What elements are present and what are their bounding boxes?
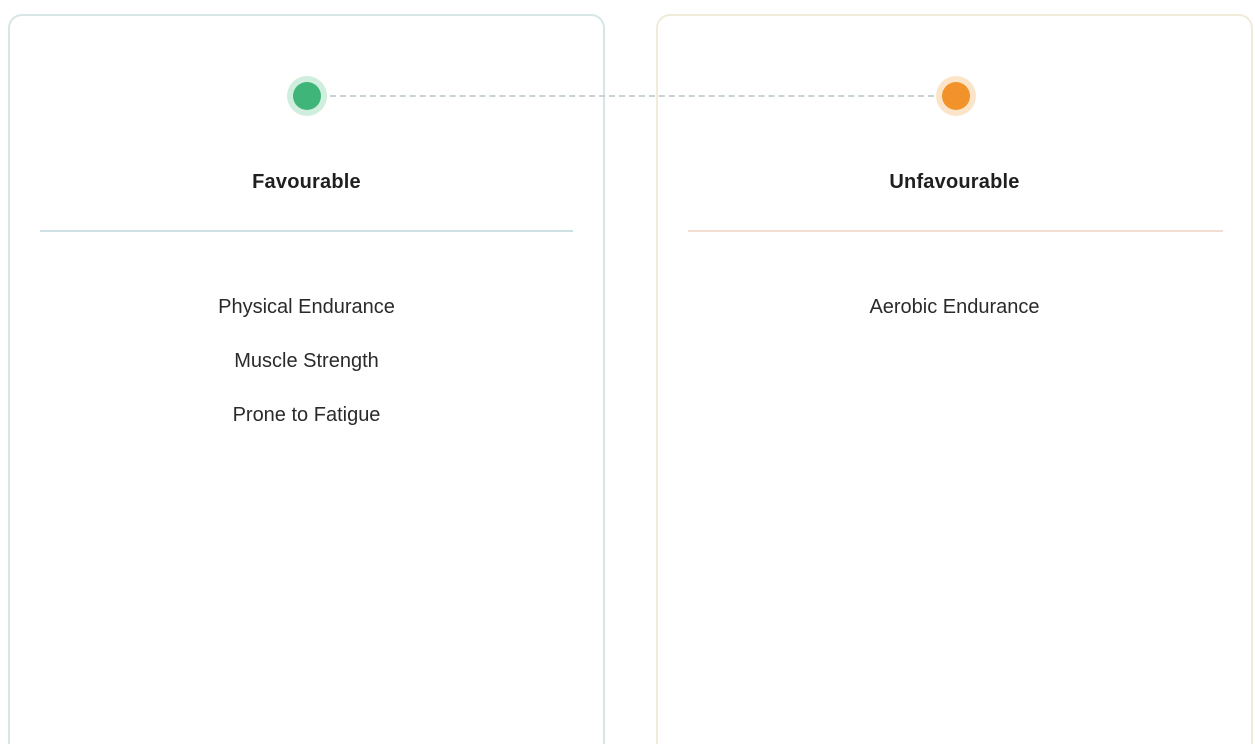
unfavourable-dot-icon [942,82,970,110]
favourable-title: Favourable [252,171,361,193]
list-item: Physical Endurance [218,296,395,318]
dashed-connector-line [330,95,934,97]
unfavourable-trait-list: Aerobic Endurance [658,294,1251,348]
favourable-dot-icon [293,82,321,110]
favourable-trait-list: Physical Endurance Muscle Strength Prone… [10,294,603,456]
unfavourable-divider [688,230,1223,232]
list-item: Prone to Fatigue [232,404,381,426]
unfavourable-card: Unfavourable Aerobic Endurance [656,14,1253,744]
unfavourable-title: Unfavourable [889,171,1020,193]
favourable-divider [40,230,573,232]
list-item: Aerobic Endurance [869,296,1040,318]
comparison-panel: Favourable Physical Endurance Muscle Str… [0,0,1255,744]
list-item: Muscle Strength [234,350,379,372]
favourable-card: Favourable Physical Endurance Muscle Str… [8,14,605,744]
